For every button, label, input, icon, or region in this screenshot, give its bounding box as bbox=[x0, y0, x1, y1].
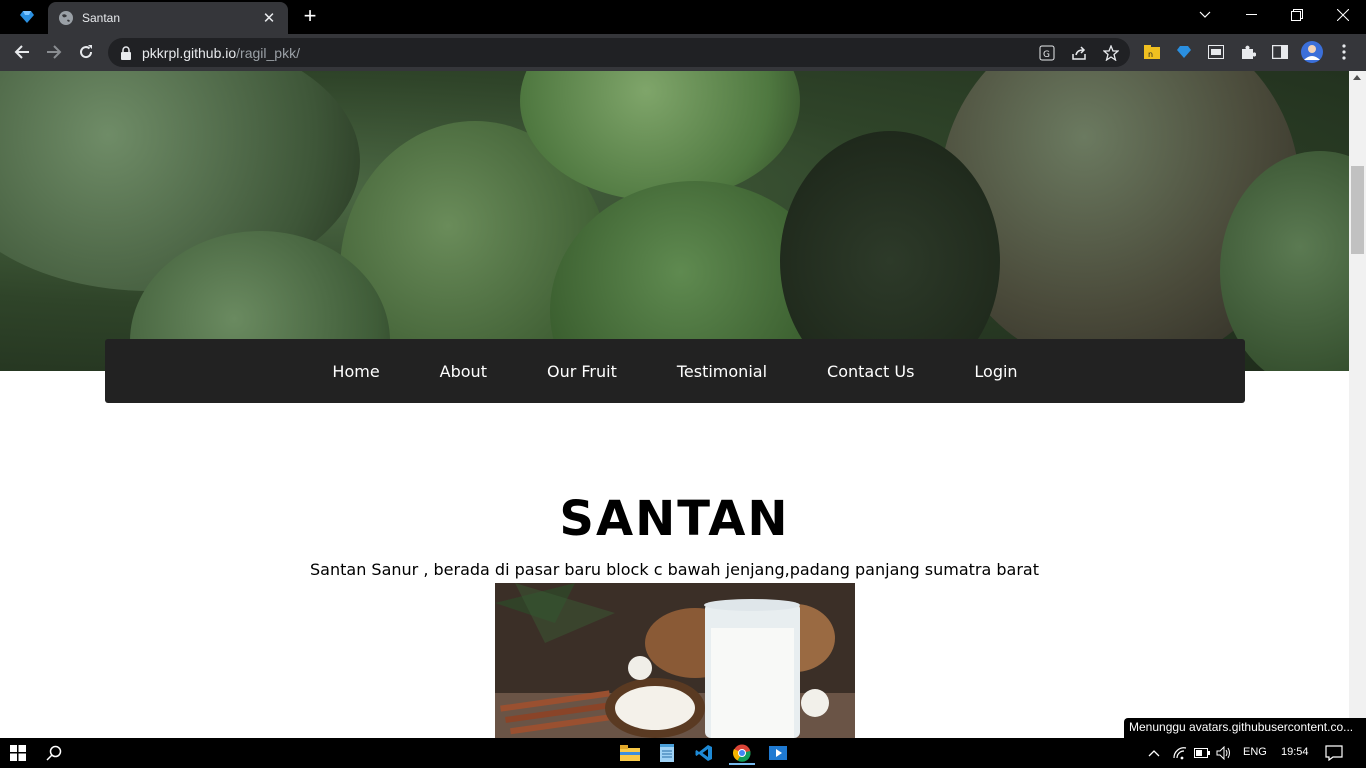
hero-coconut-image bbox=[0, 71, 1349, 371]
puzzle-extensions-icon[interactable] bbox=[1238, 42, 1258, 62]
chrome-icon[interactable] bbox=[729, 741, 755, 765]
chevron-down-icon[interactable] bbox=[1182, 0, 1228, 30]
browser-toolbar: pkkrpl.github.io/ragil_pkk/ G n bbox=[0, 34, 1366, 71]
battery-icon[interactable] bbox=[1190, 741, 1214, 765]
wifi-icon[interactable] bbox=[1168, 741, 1192, 765]
main-navbar: Home About Our Fruit Testimonial Contact… bbox=[105, 339, 1245, 403]
sapphire-extension-icon[interactable] bbox=[1174, 42, 1194, 62]
scroll-up-arrow-icon[interactable] bbox=[1353, 75, 1361, 80]
language-indicator[interactable]: ENG bbox=[1243, 746, 1267, 758]
address-bar[interactable]: pkkrpl.github.io/ragil_pkk/ G bbox=[108, 38, 1130, 67]
notepad-icon[interactable] bbox=[655, 741, 679, 765]
nav-link-about[interactable]: About bbox=[410, 362, 517, 381]
vscode-icon[interactable] bbox=[692, 741, 716, 765]
url-path: /ragil_pkk/ bbox=[236, 44, 300, 61]
tab-strip: Santan ✕ + bbox=[0, 0, 1366, 34]
translate-icon[interactable]: G bbox=[1038, 44, 1056, 62]
media-control-icon[interactable] bbox=[1206, 42, 1226, 62]
search-icon[interactable] bbox=[42, 741, 66, 765]
media-player-icon[interactable] bbox=[766, 741, 790, 765]
windows-start-icon[interactable] bbox=[6, 741, 30, 765]
bookmark-star-icon[interactable] bbox=[1102, 44, 1120, 62]
chevron-up-icon[interactable] bbox=[1142, 741, 1166, 765]
side-panel-icon[interactable] bbox=[1270, 42, 1290, 62]
notification-icon[interactable] bbox=[1322, 741, 1346, 765]
nav-link-home[interactable]: Home bbox=[302, 362, 409, 381]
page-viewport: Home About Our Fruit Testimonial Contact… bbox=[0, 71, 1349, 738]
minimize-icon[interactable] bbox=[1228, 0, 1274, 30]
lock-icon bbox=[121, 45, 131, 60]
coconut-milk-image bbox=[495, 583, 855, 738]
svg-text:n: n bbox=[1148, 50, 1153, 59]
clock-time[interactable]: 19:54 bbox=[1281, 746, 1309, 758]
file-explorer-icon[interactable] bbox=[618, 741, 642, 765]
new-tab-button[interactable]: + bbox=[298, 5, 322, 29]
back-arrow-icon[interactable] bbox=[8, 38, 36, 66]
chrome-active-indicator bbox=[729, 763, 755, 765]
pinned-tab[interactable] bbox=[10, 6, 44, 28]
nav-link-contact-us[interactable]: Contact Us bbox=[797, 362, 944, 381]
tab-santan[interactable]: Santan ✕ bbox=[48, 2, 288, 34]
nav-link-our-fruit[interactable]: Our Fruit bbox=[517, 362, 647, 381]
scroll-thumb[interactable] bbox=[1351, 166, 1364, 254]
nav-link-login[interactable]: Login bbox=[944, 362, 1047, 381]
sapphire-gem-icon bbox=[20, 11, 34, 23]
page-title: SANTAN bbox=[559, 491, 790, 547]
close-window-icon[interactable] bbox=[1320, 0, 1366, 30]
more-menu-icon[interactable] bbox=[1334, 42, 1354, 62]
volume-icon[interactable] bbox=[1212, 741, 1236, 765]
globe-icon bbox=[59, 11, 73, 25]
forward-arrow-icon[interactable] bbox=[40, 38, 68, 66]
restore-icon[interactable] bbox=[1274, 0, 1320, 30]
url-host: pkkrpl.github.io bbox=[142, 44, 237, 61]
page-scrollbar[interactable] bbox=[1349, 71, 1366, 738]
windows-taskbar: ENG 19:54 bbox=[0, 738, 1366, 768]
reload-icon[interactable] bbox=[72, 38, 100, 66]
page-subtitle: Santan Sanur , berada di pasar baru bloc… bbox=[310, 560, 1039, 579]
tab-title: Santan bbox=[82, 11, 121, 25]
nav-link-testimonial[interactable]: Testimonial bbox=[647, 362, 797, 381]
profile-avatar[interactable] bbox=[1300, 40, 1324, 64]
share-icon[interactable] bbox=[1070, 44, 1088, 62]
extension-folder-icon[interactable]: n bbox=[1142, 42, 1162, 62]
loading-status: Menunggu avatars.githubusercontent.co... bbox=[1124, 718, 1366, 738]
svg-text:G: G bbox=[1043, 50, 1050, 60]
close-tab-icon[interactable]: ✕ bbox=[260, 9, 278, 27]
